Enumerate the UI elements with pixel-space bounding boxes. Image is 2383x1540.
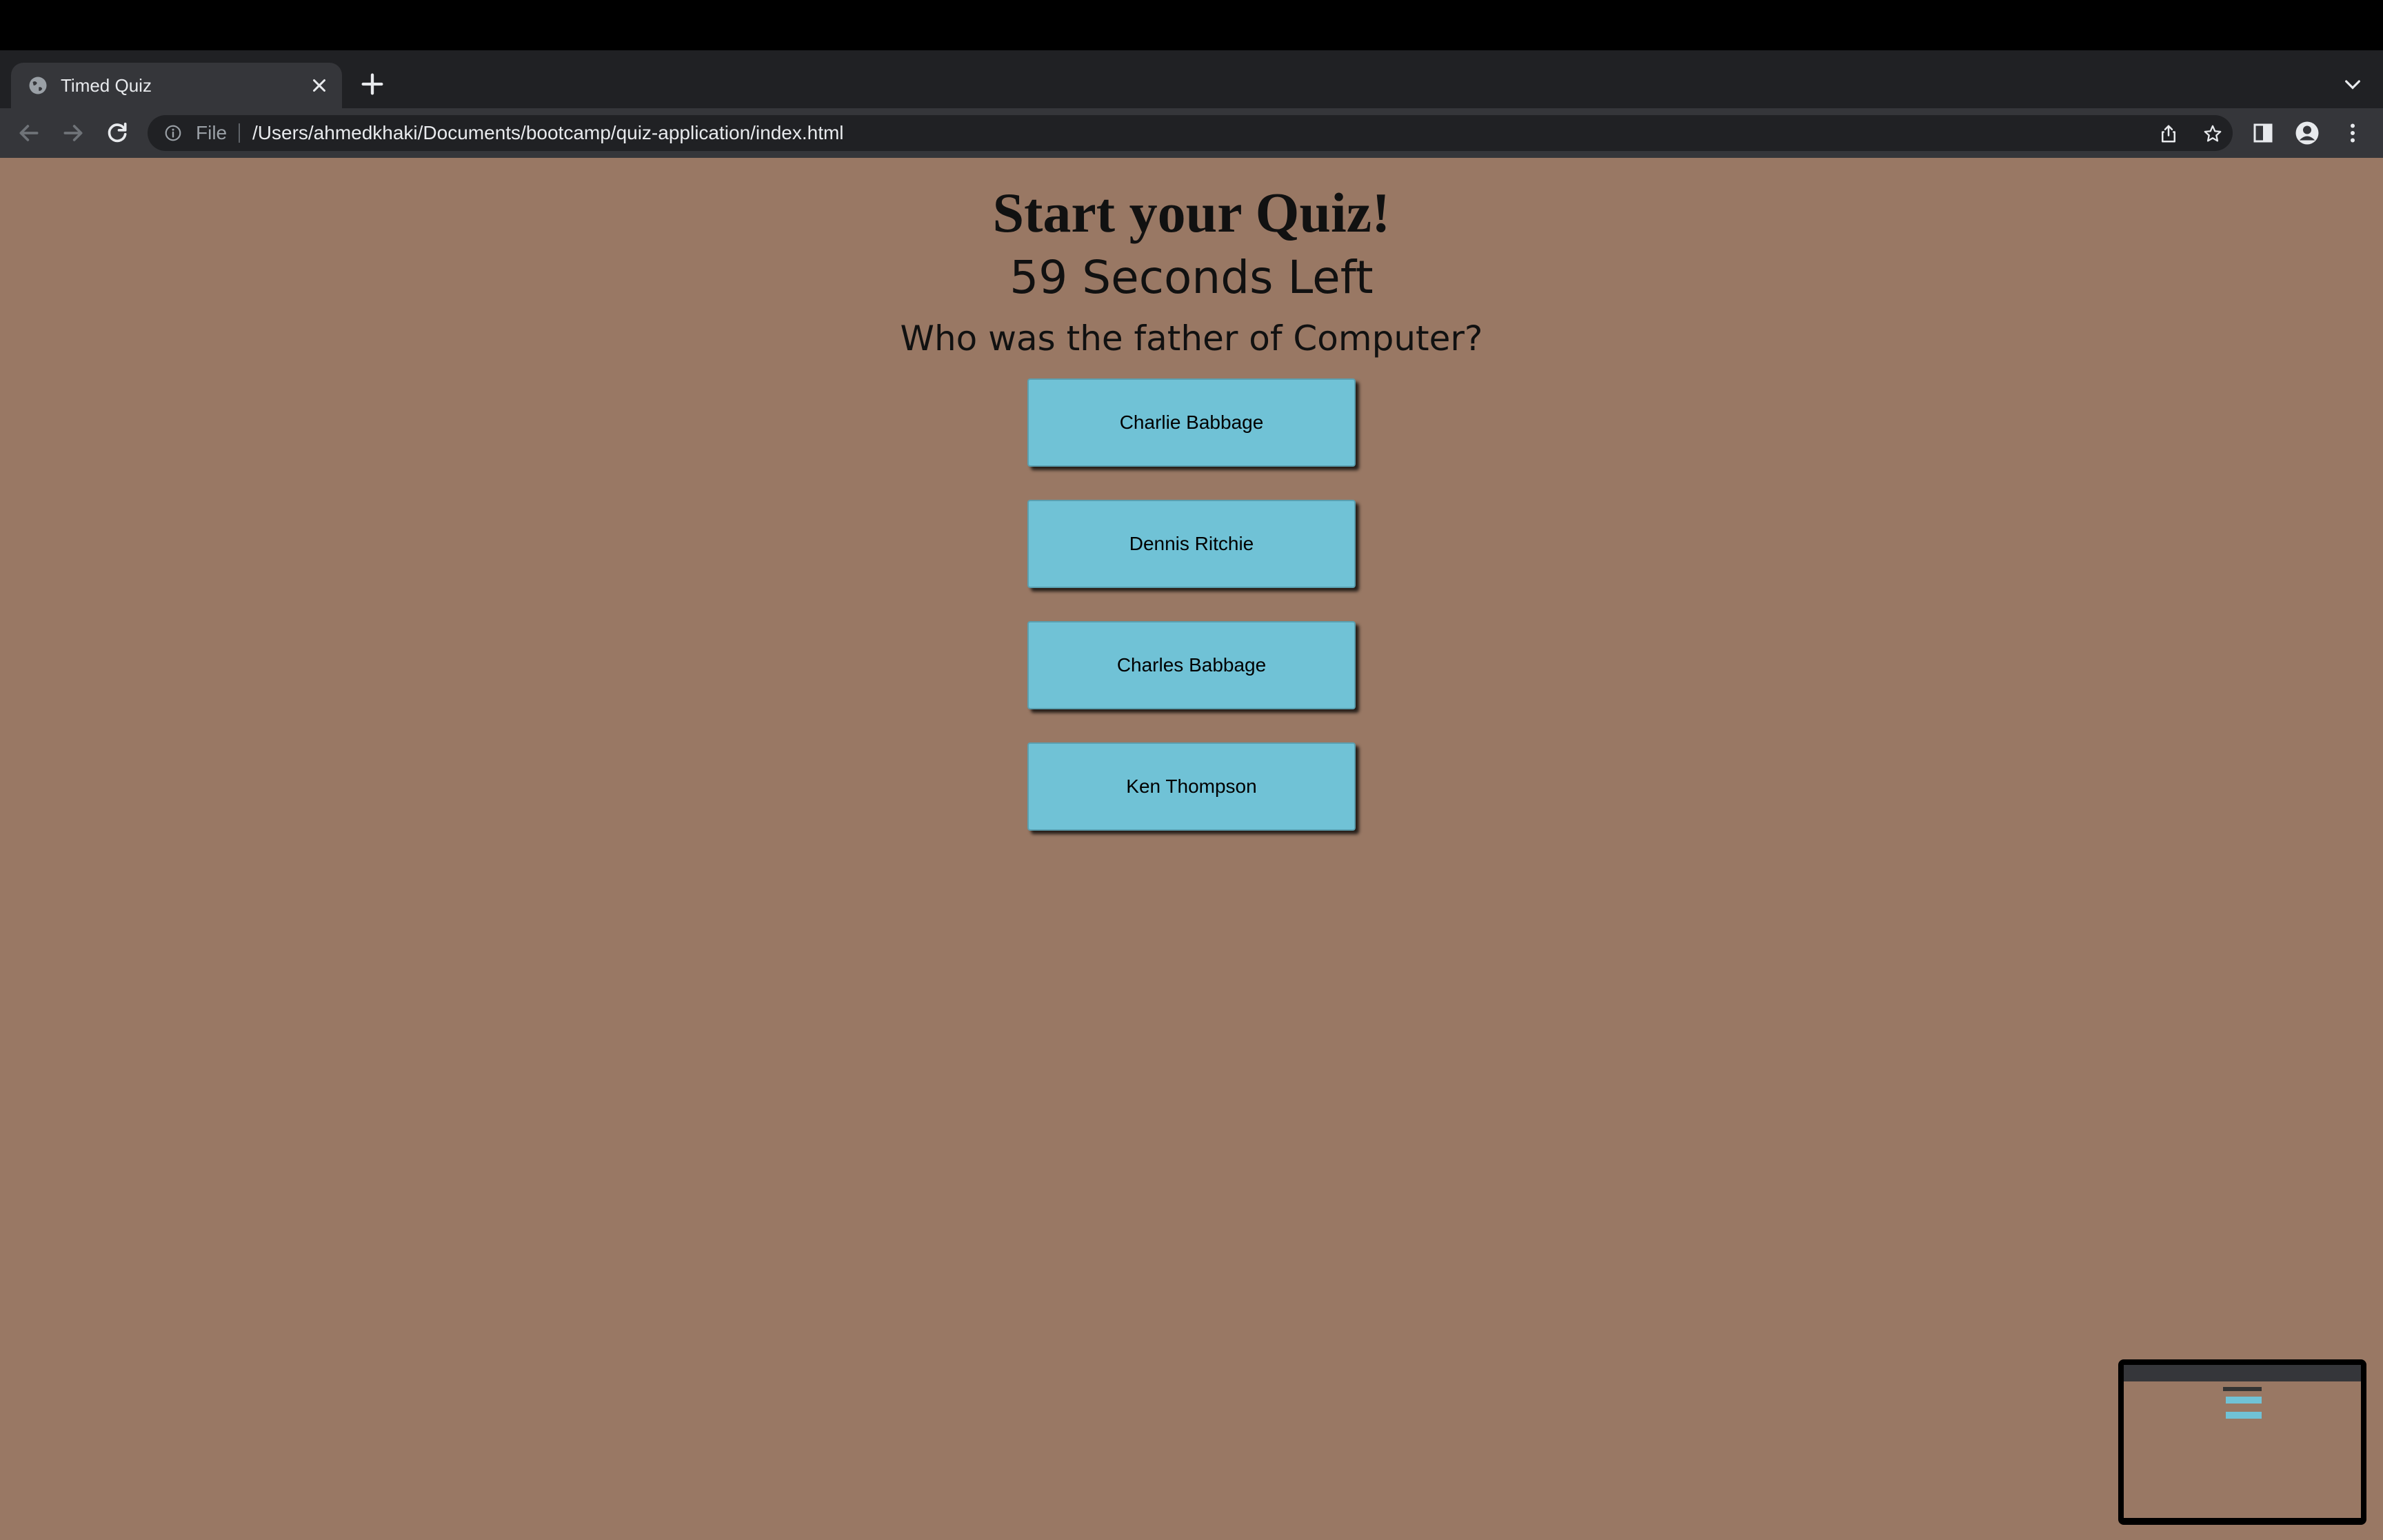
thumbnail-browser-bar [2124,1365,2361,1381]
answer-list: Charlie Babbage Dennis Ritchie Charles B… [1027,378,1356,864]
close-icon[interactable] [309,75,330,96]
page-viewport: Start your Quiz! 59 Seconds Left Who was… [0,158,2383,1540]
thumbnail-button [2226,1412,2262,1419]
tab-strip: Timed Quiz [0,50,2383,108]
reload-icon[interactable] [103,119,131,147]
plus-icon[interactable] [359,70,386,98]
answer-button[interactable]: Charles Babbage [1027,621,1356,709]
page-title: Start your Quiz! [992,181,1391,244]
question-text: Who was the father of Computer? [900,318,1483,358]
answer-button[interactable]: Dennis Ritchie [1027,500,1356,588]
window-titlebar [0,0,2383,50]
browser-toolbar: File /Users/ahmedkhaki/Documents/bootcam… [0,108,2383,158]
thumbnail-title-line [2124,1387,2361,1391]
thumbnail-button [2226,1397,2262,1404]
star-icon[interactable] [2202,123,2223,144]
back-arrow-icon[interactable] [15,119,43,147]
answer-button[interactable]: Ken Thompson [1027,742,1356,831]
chevron-down-icon[interactable] [2342,73,2364,95]
tab-timed-quiz[interactable]: Timed Quiz [11,63,342,108]
tab-title: Timed Quiz [61,75,152,96]
file-scheme-label: File [196,122,228,143]
kebab-menu-icon[interactable] [2340,121,2365,145]
globe-icon [29,77,47,94]
address-bar[interactable]: File /Users/ahmedkhaki/Documents/bootcam… [148,115,2233,151]
answer-button[interactable]: Charlie Babbage [1027,378,1356,467]
share-icon[interactable] [2158,123,2179,144]
profile-icon[interactable] [2295,121,2320,145]
info-icon[interactable] [164,124,182,142]
countdown-timer: 59 Seconds Left [1009,251,1374,304]
url-text[interactable]: /Users/ahmedkhaki/Documents/bootcamp/qui… [252,115,844,151]
address-separator [239,123,240,143]
thumbnail-preview [2124,1365,2361,1518]
forward-arrow-icon[interactable] [59,119,87,147]
screen-recording-thumbnail[interactable] [2118,1359,2366,1525]
side-panel-icon[interactable] [2251,121,2275,145]
